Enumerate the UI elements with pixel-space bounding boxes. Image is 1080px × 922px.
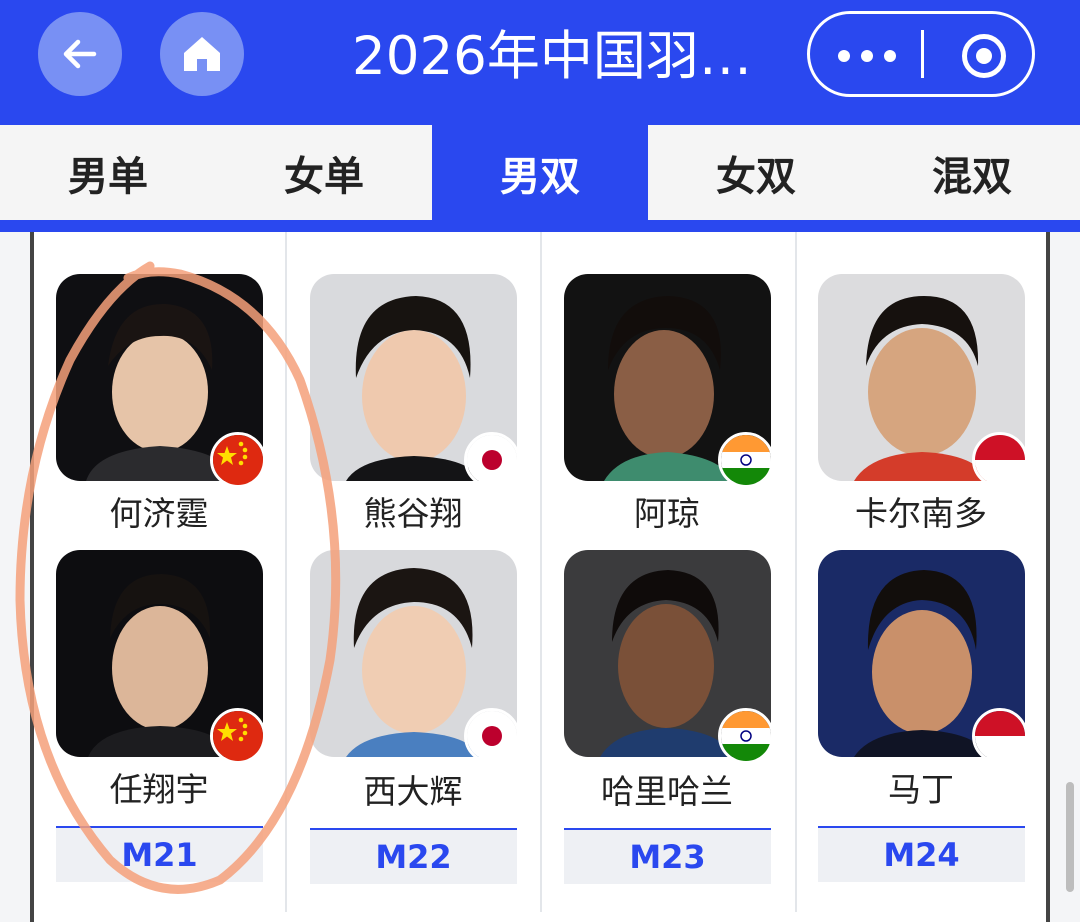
- tab-mens-doubles[interactable]: 男双: [432, 125, 648, 220]
- player-name[interactable]: 马丁: [806, 768, 1036, 812]
- back-button[interactable]: [38, 12, 122, 96]
- scrollbar[interactable]: [1066, 782, 1074, 892]
- indonesia-flag-icon: [972, 432, 1028, 488]
- player-name[interactable]: 熊谷翔: [298, 492, 528, 536]
- top-navigation-bar: 2026年中国羽…: [0, 0, 1080, 122]
- player-name[interactable]: 西大辉: [298, 770, 528, 814]
- tab-womens-doubles[interactable]: 女双: [648, 125, 864, 220]
- target-circle-icon[interactable]: [962, 34, 1006, 78]
- japan-flag-icon: [464, 432, 520, 488]
- column-divider: [285, 232, 287, 912]
- tab-womens-singles[interactable]: 女单: [216, 125, 432, 220]
- home-icon: [184, 37, 220, 71]
- back-arrow-icon: [63, 39, 97, 69]
- china-flag-icon: [210, 708, 266, 764]
- player-name[interactable]: 阿琼: [552, 492, 782, 536]
- indonesia-flag-icon: [972, 708, 1028, 764]
- event-tabs: 男单 女单 男双 女双 混双: [0, 122, 1080, 232]
- japan-flag-icon: [464, 708, 520, 764]
- page-title: 2026年中国羽…: [352, 26, 752, 87]
- column-divider: [540, 232, 542, 912]
- tab-mixed-doubles[interactable]: 混双: [864, 125, 1080, 220]
- india-flag-icon: [718, 432, 774, 488]
- mini-program-capsule: [807, 11, 1035, 97]
- match-label[interactable]: M22: [310, 828, 517, 884]
- china-flag-icon: [210, 432, 266, 488]
- more-dots-icon[interactable]: [838, 36, 896, 76]
- india-flag-icon: [718, 708, 774, 764]
- tab-mens-singles[interactable]: 男单: [0, 125, 216, 220]
- capsule-divider: [921, 30, 924, 78]
- column-divider: [795, 232, 797, 912]
- player-name[interactable]: 哈里哈兰: [552, 770, 782, 814]
- player-name[interactable]: 卡尔南多: [806, 492, 1036, 536]
- player-name[interactable]: 何济霆: [44, 492, 274, 536]
- match-label[interactable]: M21: [56, 826, 263, 882]
- home-button[interactable]: [160, 12, 244, 96]
- player-name[interactable]: 任翔宇: [44, 768, 274, 812]
- match-label[interactable]: M23: [564, 828, 771, 884]
- match-label[interactable]: M24: [818, 826, 1025, 882]
